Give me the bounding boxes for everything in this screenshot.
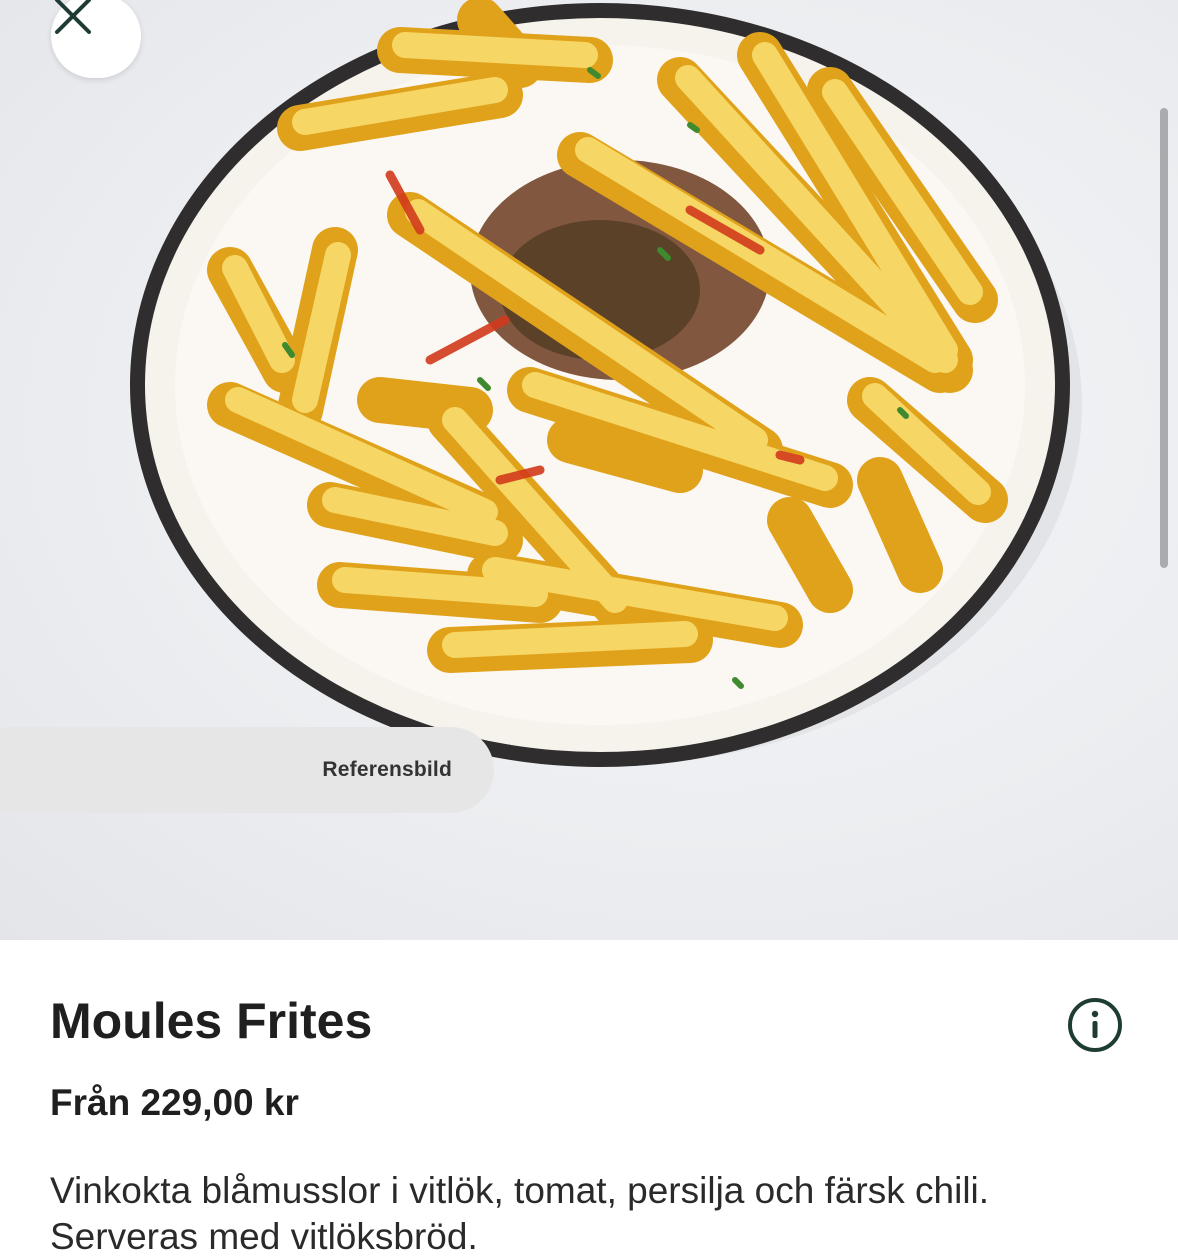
- close-icon: [55, 0, 91, 34]
- product-details: Moules Frites Från 229,00 kr Vinkokta bl…: [0, 940, 1178, 1257]
- product-image: Referensbild: [0, 0, 1178, 940]
- product-title: Moules Frites: [50, 993, 373, 1049]
- info-button[interactable]: [1067, 997, 1123, 1053]
- info-icon: [1068, 998, 1122, 1052]
- product-price: Från 229,00 kr: [50, 1082, 299, 1123]
- scrollbar[interactable]: [1160, 108, 1168, 568]
- reference-image-badge: Referensbild: [0, 727, 494, 813]
- reference-image-label: Referensbild: [322, 758, 452, 781]
- close-button[interactable]: [51, 0, 141, 78]
- product-description: Vinkokta blåmusslor i vitlök, tomat, per…: [50, 1170, 990, 1257]
